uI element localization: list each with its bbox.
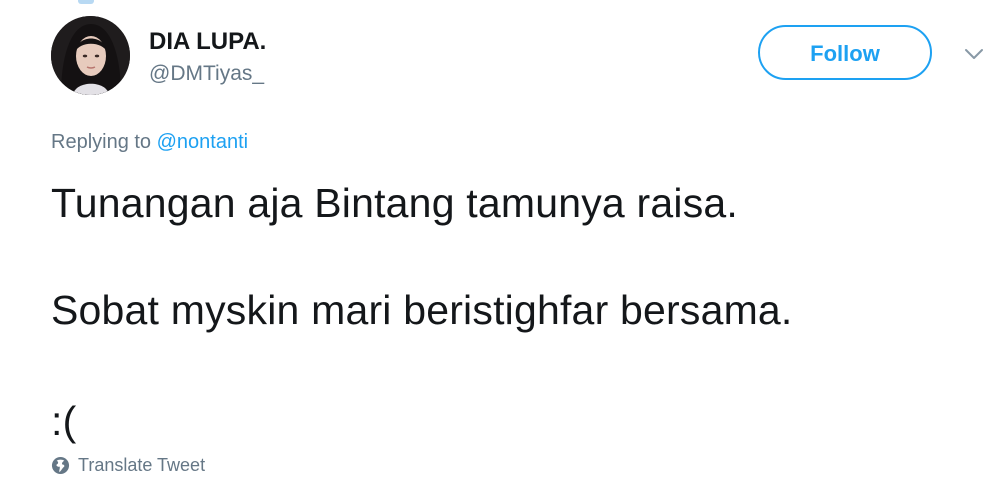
- follow-button[interactable]: Follow: [758, 25, 932, 80]
- user-handle[interactable]: @DMTiyas_: [149, 62, 264, 86]
- display-name[interactable]: DIA LUPA.: [149, 28, 266, 56]
- chevron-down-icon[interactable]: [962, 42, 986, 66]
- translate-label[interactable]: Translate Tweet: [78, 455, 205, 476]
- tweet-card: DIA LUPA. @DMTiyas_ Follow Replying to @…: [0, 0, 1000, 489]
- tweet-text-line: Tunangan aja Bintang tamunya raisa.: [51, 180, 738, 226]
- replying-to: Replying to @nontanti: [51, 131, 248, 154]
- replying-to-label: Replying to: [51, 131, 152, 153]
- reply-mention-link[interactable]: @nontanti: [157, 131, 248, 153]
- thread-connector: [78, 0, 94, 4]
- tweet-text-line: :(: [51, 398, 77, 444]
- translate-tweet-link[interactable]: Translate Tweet: [51, 455, 205, 476]
- globe-icon: [51, 456, 70, 475]
- tweet-text-line: Sobat myskin mari beristighfar bersama.: [51, 287, 793, 333]
- avatar[interactable]: [51, 16, 130, 95]
